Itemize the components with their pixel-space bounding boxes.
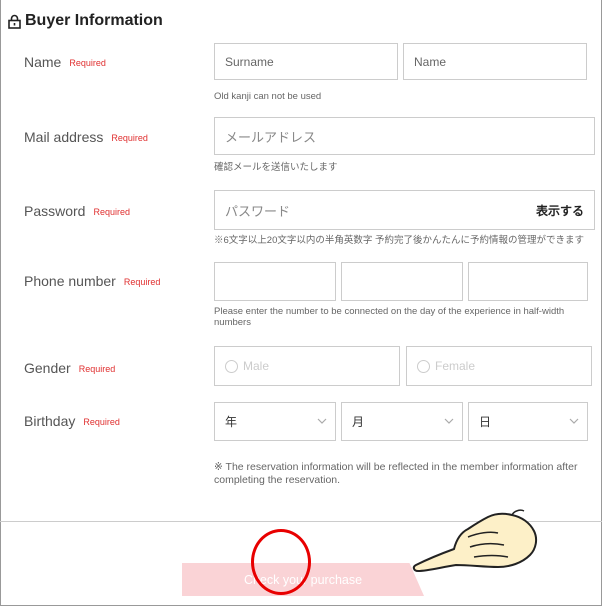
required-badge: Required <box>111 133 148 144</box>
password-hint: ※6文字以上20文字以内の半角英数字 予約完了後かんたんに予約情報の管理ができま… <box>214 235 584 246</box>
gender-male-option[interactable]: Male <box>214 346 400 386</box>
phone-hint: Please enter the number to be connected … <box>214 306 565 328</box>
radio-icon <box>417 359 430 373</box>
gender-label: Gender Required <box>24 360 116 376</box>
required-badge: Required <box>93 207 130 218</box>
name-hint: Old kanji can not be used <box>214 91 322 102</box>
birthday-label: Birthday Required <box>24 413 120 429</box>
phone-input-2[interactable] <box>341 262 463 301</box>
radio-icon <box>225 359 238 373</box>
required-badge: Required <box>123 277 161 288</box>
password-input[interactable]: パスワード 表示する <box>214 190 595 230</box>
phone-input-1[interactable] <box>214 262 336 301</box>
chevron-down-icon <box>317 418 327 424</box>
page-title: Buyer Information <box>25 12 163 29</box>
mail-label: Mail address Required <box>24 129 148 145</box>
mail-input[interactable]: メールアドレス <box>214 117 595 155</box>
show-password-button[interactable]: 表示する <box>536 202 584 219</box>
birth-month-select[interactable]: 月 <box>341 402 463 441</box>
lock-icon <box>8 14 21 29</box>
pointing-hand-icon <box>412 509 538 573</box>
section-header: Buyer Information <box>8 12 163 30</box>
birth-day-select[interactable]: 日 <box>468 402 588 441</box>
mail-hint: 確認メールを送信いたします <box>214 162 338 173</box>
chevron-down-icon <box>444 418 454 424</box>
chevron-down-icon <box>569 418 579 424</box>
given-name-input[interactable]: Name <box>403 43 587 80</box>
phone-label: Phone number Required <box>24 273 161 289</box>
birth-year-select[interactable]: 年 <box>214 402 336 441</box>
password-label: Password Required <box>24 203 130 219</box>
required-badge: Required <box>83 417 120 428</box>
name-label: Name Required <box>24 54 106 70</box>
required-badge: Required <box>69 58 106 69</box>
phone-input-3[interactable] <box>468 262 588 301</box>
gender-female-option[interactable]: Female <box>406 346 592 386</box>
reservation-note: ※ The reservation information will be re… <box>214 461 578 486</box>
required-badge: Required <box>78 364 116 375</box>
highlight-circle <box>251 529 311 595</box>
surname-input[interactable]: Surname <box>214 43 398 80</box>
